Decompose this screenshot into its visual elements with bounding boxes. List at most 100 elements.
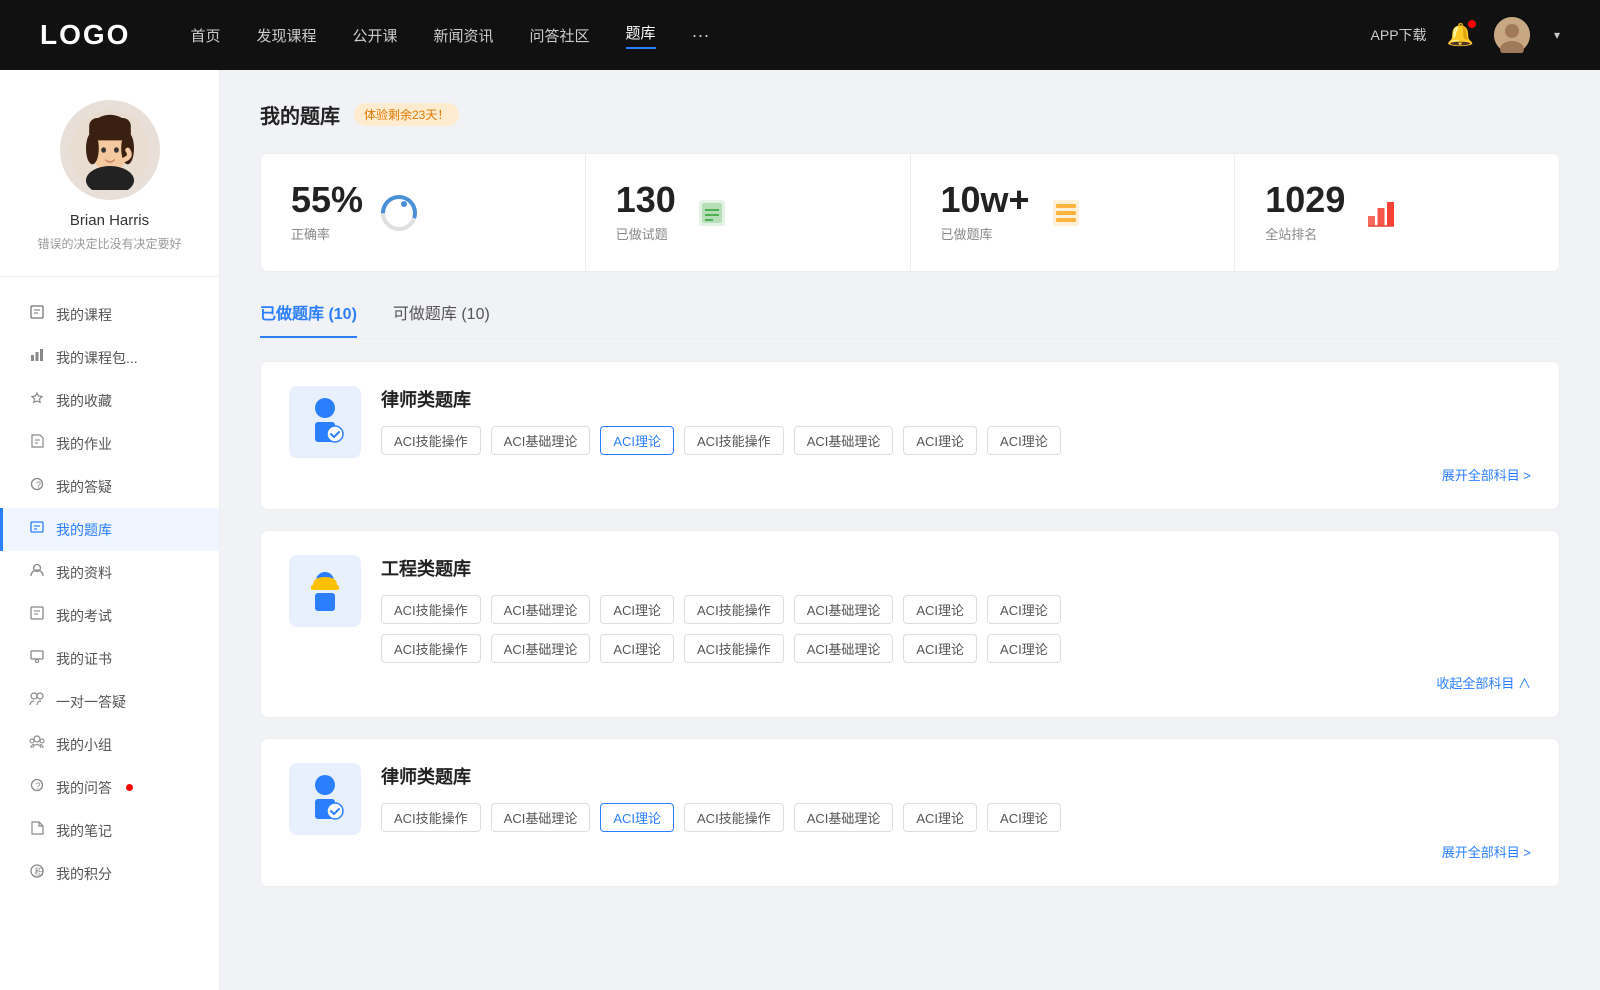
qbank-avatar-1 (289, 555, 361, 627)
tag-1-4[interactable]: ACI基础理论 (794, 595, 894, 624)
sidebar: Brian Harris 错误的决定比没有决定要好 我的课程 我的课程包... (0, 70, 220, 990)
nav-qa[interactable]: 问答社区 (530, 25, 590, 46)
app-download[interactable]: APP下载 (1371, 25, 1427, 45)
menu-my-points-label: 我的积分 (56, 864, 112, 884)
tag-1-r2-4[interactable]: ACI基础理论 (794, 634, 894, 663)
menu-my-profile[interactable]: 我的资料 (0, 551, 219, 594)
tab-done[interactable]: 已做题库 (10) (260, 300, 357, 338)
expand-link-0[interactable]: 展开全部科目 > (1442, 468, 1531, 483)
menu-my-certs[interactable]: 我的证书 (0, 637, 219, 680)
menu-one-on-one-label: 一对一答疑 (56, 692, 126, 712)
qbank-tags-0: ACI技能操作 ACI基础理论 ACI理论 ACI技能操作 ACI基础理论 AC… (381, 426, 1531, 455)
book-icon (695, 196, 729, 230)
menu-my-homework[interactable]: 我的作业 (0, 422, 219, 465)
tag-1-1[interactable]: ACI基础理论 (491, 595, 591, 624)
menu-my-points[interactable]: 积 我的积分 (0, 852, 219, 895)
stat-accuracy: 55% 正确率 (261, 154, 586, 271)
qbank-list: 律师类题库 ACI技能操作 ACI基础理论 ACI理论 ACI技能操作 ACI基… (260, 361, 1560, 887)
qbank-tags-row2-1: ACI技能操作 ACI基础理论 ACI理论 ACI技能操作 ACI基础理论 AC… (381, 634, 1531, 663)
collapse-link-1[interactable]: 收起全部科目 ∧ (1436, 676, 1531, 691)
stat-ranking-value: 1029 (1265, 182, 1345, 218)
tag-0-6[interactable]: ACI理论 (987, 426, 1061, 455)
tag-2-4[interactable]: ACI基础理论 (794, 803, 894, 832)
one-on-one-icon (28, 691, 46, 712)
menu-my-exams-label: 我的考试 (56, 606, 112, 626)
page-header: 我的题库 体验剩余23天！ (260, 100, 1560, 129)
my-answers-icon: ? (28, 777, 46, 798)
tag-1-r2-6[interactable]: ACI理论 (987, 634, 1061, 663)
nav-news[interactable]: 新闻资讯 (434, 25, 494, 46)
tag-1-r2-1[interactable]: ACI基础理论 (491, 634, 591, 663)
menu-my-questions[interactable]: 我的题库 (0, 508, 219, 551)
menu-my-qa-label: 我的答疑 (56, 477, 112, 497)
nav-discover[interactable]: 发现课程 (256, 25, 316, 46)
tag-0-0[interactable]: ACI技能操作 (381, 426, 481, 455)
menu-one-on-one[interactable]: 一对一答疑 (0, 680, 219, 723)
tag-1-0[interactable]: ACI技能操作 (381, 595, 481, 624)
tag-1-r2-0[interactable]: ACI技能操作 (381, 634, 481, 663)
tag-0-2[interactable]: ACI理论 (600, 426, 674, 455)
ranking-icon (1361, 193, 1401, 233)
menu-my-favorites-label: 我的收藏 (56, 391, 112, 411)
menu-my-packages[interactable]: 我的课程包... (0, 336, 219, 379)
nav-right: APP下载 🔔 ▾ (1371, 17, 1560, 53)
nav-more[interactable]: ··· (692, 25, 710, 46)
nav-questions[interactable]: 题库 (626, 22, 656, 49)
menu-my-answers-label: 我的问答 (56, 778, 112, 798)
nav-opencourse[interactable]: 公开课 (352, 25, 397, 46)
user-dropdown-icon[interactable]: ▾ (1554, 28, 1560, 42)
menu-my-exams[interactable]: 我的考试 (0, 594, 219, 637)
qbank-name-2: 律师类题库 (381, 763, 1531, 789)
menu-my-favorites[interactable]: 我的收藏 (0, 379, 219, 422)
tag-1-5[interactable]: ACI理论 (903, 595, 977, 624)
tag-1-6[interactable]: ACI理论 (987, 595, 1061, 624)
tag-0-5[interactable]: ACI理论 (903, 426, 977, 455)
navbar: LOGO 首页 发现课程 公开课 新闻资讯 问答社区 题库 ··· APP下载 … (0, 0, 1600, 70)
stat-questions-done: 130 已做试题 (586, 154, 911, 271)
avatar[interactable] (1494, 17, 1530, 53)
tag-2-5[interactable]: ACI理论 (903, 803, 977, 832)
tag-2-6[interactable]: ACI理论 (987, 803, 1061, 832)
tab-available[interactable]: 可做题库 (10) (393, 300, 490, 338)
tag-1-r2-3[interactable]: ACI技能操作 (684, 634, 784, 663)
logo: LOGO (40, 19, 130, 51)
menu-my-notes[interactable]: 我的笔记 (0, 809, 219, 852)
tag-0-4[interactable]: ACI基础理论 (794, 426, 894, 455)
qbank-name-1: 工程类题库 (381, 555, 1531, 581)
svg-text:积: 积 (35, 866, 44, 877)
list-icon (1049, 196, 1083, 230)
my-qa-icon: ? (28, 476, 46, 497)
menu-my-answers[interactable]: ? 我的问答 (0, 766, 219, 809)
qbank-name-0: 律师类题库 (381, 386, 1531, 412)
menu-my-homework-label: 我的作业 (56, 434, 112, 454)
profile-avatar-image (70, 110, 150, 190)
tag-0-1[interactable]: ACI基础理论 (491, 426, 591, 455)
stat-banks-done: 10w+ 已做题库 (911, 154, 1236, 271)
tag-2-0[interactable]: ACI技能操作 (381, 803, 481, 832)
menu-my-qa[interactable]: ? 我的答疑 (0, 465, 219, 508)
my-exams-icon (28, 605, 46, 626)
tag-0-3[interactable]: ACI技能操作 (684, 426, 784, 455)
qbank-card-0: 律师类题库 ACI技能操作 ACI基础理论 ACI理论 ACI技能操作 ACI基… (260, 361, 1560, 510)
menu-my-courses[interactable]: 我的课程 (0, 293, 219, 336)
tag-1-2[interactable]: ACI理论 (600, 595, 674, 624)
my-questions-icon (28, 519, 46, 540)
tag-2-2[interactable]: ACI理论 (600, 803, 674, 832)
pie-chart-icon (380, 194, 418, 232)
tag-1-r2-5[interactable]: ACI理论 (903, 634, 977, 663)
my-answers-dot (126, 784, 133, 791)
stat-ranking: 1029 全站排名 (1235, 154, 1559, 271)
tag-1-r2-2[interactable]: ACI理论 (600, 634, 674, 663)
my-packages-icon (28, 347, 46, 368)
tag-1-3[interactable]: ACI技能操作 (684, 595, 784, 624)
notification-bell[interactable]: 🔔 (1447, 22, 1474, 48)
expand-link-2[interactable]: 展开全部科目 > (1442, 845, 1531, 860)
tabs: 已做题库 (10) 可做题库 (10) (260, 300, 1560, 339)
menu-my-packages-label: 我的课程包... (56, 348, 138, 368)
tag-2-1[interactable]: ACI基础理论 (491, 803, 591, 832)
banks-done-icon (1046, 193, 1086, 233)
nav-home[interactable]: 首页 (190, 25, 220, 46)
tag-2-3[interactable]: ACI技能操作 (684, 803, 784, 832)
menu-my-groups[interactable]: 我的小组 (0, 723, 219, 766)
my-courses-icon (28, 304, 46, 325)
